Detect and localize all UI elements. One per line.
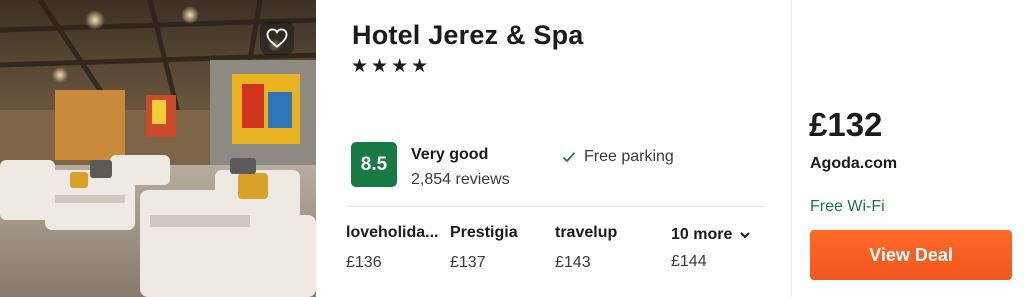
- provider-option[interactable]: loveholida... £136: [346, 224, 438, 272]
- provider-price: £143: [555, 254, 591, 271]
- provider-price: £137: [450, 254, 486, 271]
- amenity-label: Free parking: [584, 148, 674, 165]
- provider-name: loveholida...: [346, 224, 439, 241]
- more-deals-button[interactable]: 10 more: [671, 226, 751, 244]
- favorite-button[interactable]: [260, 21, 294, 55]
- amenity-free-parking: Free parking: [562, 148, 674, 166]
- heart-icon: [266, 28, 288, 48]
- deal-source: Agoda.com: [810, 155, 898, 172]
- star-rating: ★★★★: [351, 56, 432, 77]
- divider: [346, 206, 764, 207]
- view-deal-button[interactable]: View Deal: [810, 230, 1012, 280]
- rating-badge: 8.5: [351, 142, 397, 187]
- rating-label: Very good: [411, 146, 489, 163]
- column-divider: [791, 0, 792, 297]
- hotel-result-card[interactable]: Hotel Jerez & Spa ★★★★ 8.5 Very good 2,8…: [0, 0, 1024, 297]
- deal-perk: Free Wi-Fi: [810, 198, 885, 215]
- more-deals-price: £144: [671, 253, 707, 270]
- provider-option[interactable]: travelup £143: [555, 224, 617, 272]
- chevron-down-icon: [740, 231, 751, 238]
- hotel-name[interactable]: Hotel Jerez & Spa: [352, 20, 583, 51]
- provider-name: Prestigia: [450, 224, 518, 241]
- deal-price: £132: [809, 106, 883, 143]
- hotel-photo[interactable]: [0, 0, 316, 297]
- provider-option[interactable]: Prestigia £137: [450, 224, 518, 272]
- check-icon: [562, 152, 576, 163]
- review-count[interactable]: 2,854 reviews: [411, 171, 510, 189]
- more-deals-label: 10 more: [671, 226, 733, 243]
- provider-name: travelup: [555, 224, 618, 241]
- provider-price: £136: [346, 254, 382, 271]
